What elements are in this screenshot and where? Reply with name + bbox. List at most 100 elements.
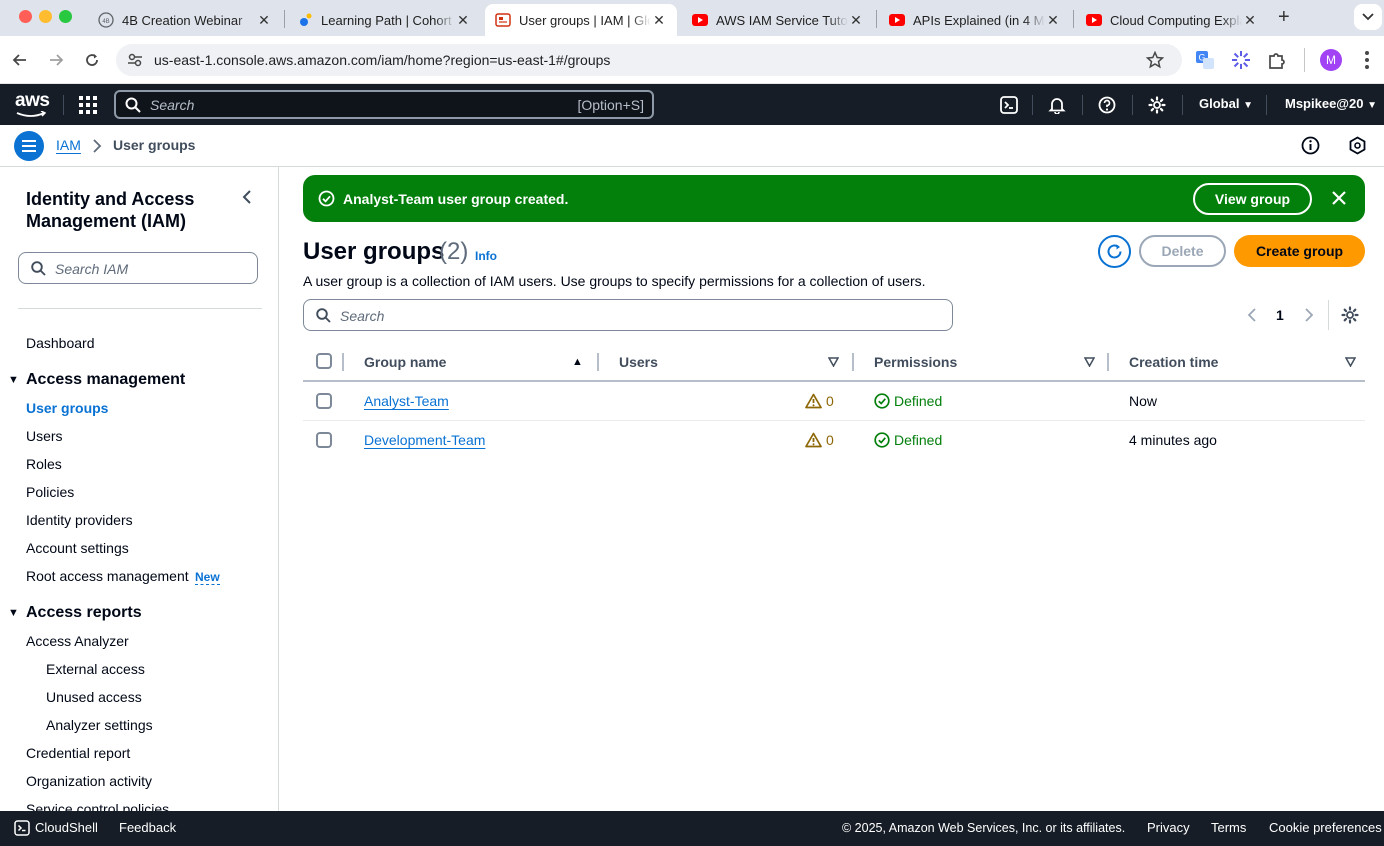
- previous-page-button[interactable]: [1246, 307, 1258, 328]
- sort-caret-down-icon[interactable]: [1345, 357, 1356, 367]
- back-button[interactable]: [8, 48, 32, 72]
- close-tab-icon[interactable]: ✕: [455, 12, 471, 29]
- group-name-link[interactable]: Analyst-Team: [364, 393, 449, 409]
- next-page-button[interactable]: [1303, 307, 1315, 328]
- creation-time: Now: [1129, 393, 1158, 409]
- caret-down-icon[interactable]: ▼: [8, 374, 19, 386]
- sort-caret-down-icon[interactable]: [1084, 357, 1095, 367]
- close-tab-icon[interactable]: ✕: [1242, 12, 1258, 29]
- privacy-link[interactable]: Privacy: [1147, 820, 1190, 835]
- delete-button[interactable]: Delete: [1139, 235, 1226, 267]
- region-selector[interactable]: Global ▼: [1199, 96, 1253, 111]
- reload-button[interactable]: [80, 48, 104, 72]
- address-bar[interactable]: us-east-1.console.aws.amazon.com/iam/hom…: [116, 44, 1182, 76]
- browser-tab[interactable]: Cloud Computing Explained ✕: [1076, 4, 1268, 36]
- sidebar-item-root-access-management[interactable]: Root access management: [26, 568, 189, 584]
- info-panel-icon[interactable]: [1301, 136, 1320, 160]
- extension-sparkle-icon[interactable]: [1231, 50, 1251, 75]
- sidebar-item-user-groups[interactable]: User groups: [26, 400, 108, 416]
- sidebar-item-access-analyzer[interactable]: Access Analyzer: [26, 633, 129, 649]
- bookmark-star-icon[interactable]: [1145, 50, 1165, 74]
- bell-icon[interactable]: [1046, 94, 1068, 116]
- collapse-sidebar-button[interactable]: [240, 189, 254, 210]
- close-tab-icon[interactable]: ✕: [651, 12, 667, 29]
- account-menu[interactable]: Mspikee@20 ▼: [1285, 96, 1377, 111]
- close-tab-icon[interactable]: ✕: [1045, 12, 1061, 29]
- table-preferences-button[interactable]: [1341, 306, 1359, 329]
- user-count: 0: [826, 432, 834, 448]
- sidebar-section-access-management[interactable]: Access management: [26, 371, 185, 389]
- sidebar-item-analyzer-settings[interactable]: Analyzer settings: [46, 717, 153, 733]
- group-search-placeholder: Search: [340, 308, 385, 324]
- feedback-button[interactable]: Feedback: [119, 820, 176, 835]
- profile-avatar[interactable]: M: [1320, 49, 1342, 71]
- forward-button[interactable]: [44, 48, 68, 72]
- column-header-users[interactable]: Users: [619, 354, 658, 370]
- minimize-window-button[interactable]: [39, 10, 52, 23]
- services-grid-icon[interactable]: [79, 96, 97, 119]
- security-hub-icon[interactable]: [1348, 136, 1367, 160]
- cloudshell-icon[interactable]: [998, 94, 1020, 116]
- sidebar-item-unused-access[interactable]: Unused access: [46, 689, 142, 705]
- site-settings-icon[interactable]: [127, 52, 143, 73]
- current-page-number[interactable]: 1: [1276, 307, 1284, 323]
- view-group-button[interactable]: View group: [1193, 183, 1312, 215]
- tab-search-button[interactable]: [1354, 4, 1382, 30]
- info-link[interactable]: Info: [475, 249, 497, 263]
- permissions-status: Defined: [894, 393, 943, 409]
- sidebar-item-credential-report[interactable]: Credential report: [26, 745, 130, 761]
- sidebar-item-organization-activity[interactable]: Organization activity: [26, 773, 152, 789]
- sort-ascending-icon[interactable]: ▲: [572, 356, 583, 368]
- close-tab-icon[interactable]: ✕: [256, 12, 272, 29]
- refresh-button[interactable]: [1098, 235, 1131, 268]
- browser-tab[interactable]: APIs Explained (in 4 Minutes) ✕: [879, 4, 1071, 36]
- sidebar-item-policies[interactable]: Policies: [26, 484, 74, 500]
- sidebar-item-account-settings[interactable]: Account settings: [26, 540, 129, 556]
- sidebar-item-external-access[interactable]: External access: [46, 661, 145, 677]
- sidebar-section-access-reports[interactable]: Access reports: [26, 604, 142, 622]
- row-checkbox[interactable]: [316, 393, 332, 409]
- group-name-link[interactable]: Development-Team: [364, 432, 485, 448]
- browser-tab[interactable]: 4B 4B Creation Webinar ✕: [88, 4, 282, 36]
- cloudshell-button[interactable]: CloudShell: [35, 820, 98, 835]
- cloudshell-icon: [14, 820, 30, 839]
- extensions-puzzle-icon[interactable]: [1267, 50, 1287, 75]
- new-tab-button[interactable]: +: [1278, 6, 1290, 29]
- select-all-checkbox[interactable]: [316, 353, 332, 369]
- sidebar-item-roles[interactable]: Roles: [26, 456, 62, 472]
- close-window-button[interactable]: [19, 10, 32, 23]
- sidebar-item-users[interactable]: Users: [26, 428, 63, 444]
- maximize-window-button[interactable]: [59, 10, 72, 23]
- sidebar-item-identity-providers[interactable]: Identity providers: [26, 512, 133, 528]
- column-header-group-name[interactable]: Group name: [364, 354, 446, 370]
- close-tab-icon[interactable]: ✕: [848, 12, 864, 29]
- aws-logo[interactable]: aws: [15, 90, 50, 112]
- help-icon[interactable]: [1096, 94, 1118, 116]
- aws-search-input[interactable]: Search [Option+S]: [114, 90, 654, 119]
- column-header-permissions[interactable]: Permissions: [874, 354, 957, 370]
- translate-icon[interactable]: G: [1195, 50, 1215, 75]
- breadcrumb-link-iam[interactable]: IAM: [56, 137, 81, 153]
- sidebar-search-input[interactable]: Search IAM: [18, 252, 258, 284]
- side-nav-toggle-button[interactable]: [14, 131, 44, 161]
- group-search-input[interactable]: Search: [303, 299, 953, 331]
- browser-tab-active[interactable]: User groups | IAM | Global ✕: [485, 4, 677, 36]
- cookie-preferences-link[interactable]: Cookie preferences: [1269, 820, 1382, 835]
- sidebar-item-dashboard[interactable]: Dashboard: [26, 335, 95, 351]
- browser-menu-icon[interactable]: [1359, 50, 1375, 75]
- column-divider: [852, 353, 854, 371]
- dismiss-flash-button[interactable]: [1331, 190, 1347, 211]
- caret-down-icon: ▼: [1243, 100, 1253, 111]
- caret-down-icon[interactable]: ▼: [8, 607, 19, 619]
- gear-icon[interactable]: [1146, 94, 1168, 116]
- browser-tab[interactable]: AWS IAM Service Tutorial ✕: [682, 4, 874, 36]
- column-header-creation-time[interactable]: Creation time: [1129, 354, 1218, 370]
- sort-caret-down-icon[interactable]: [828, 357, 839, 367]
- create-group-button[interactable]: Create group: [1234, 235, 1365, 267]
- row-checkbox[interactable]: [316, 432, 332, 448]
- sidebar-title: Identity and Access Management (IAM): [26, 189, 195, 231]
- terms-link[interactable]: Terms: [1211, 820, 1246, 835]
- nav-divider: [1082, 95, 1083, 115]
- sidebar-item-service-control-policies[interactable]: Service control policies: [26, 801, 169, 811]
- browser-tab[interactable]: Learning Path | Cohort ✕: [287, 4, 481, 36]
